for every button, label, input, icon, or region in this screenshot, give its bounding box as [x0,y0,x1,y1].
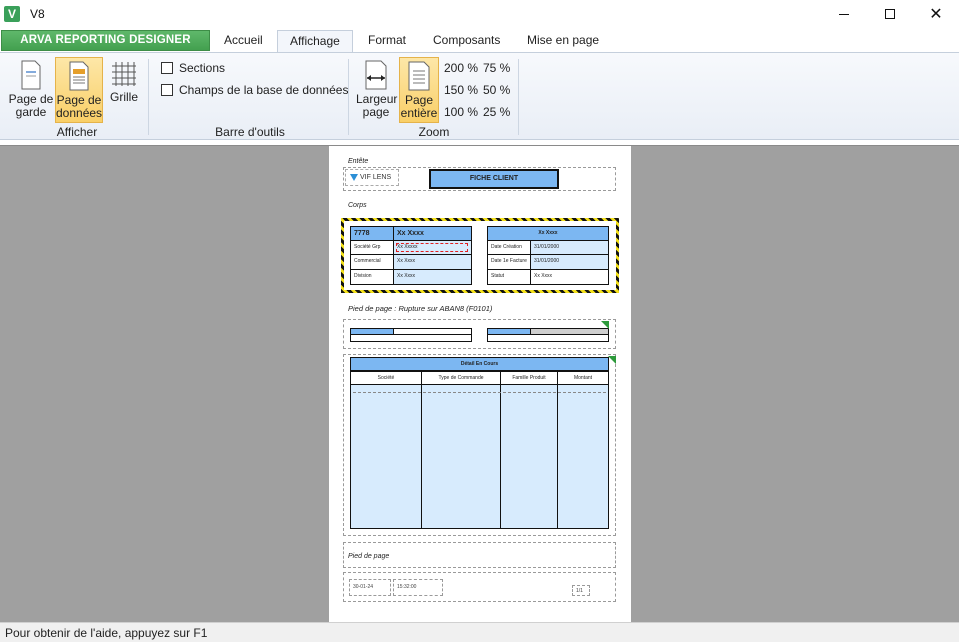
label-societe: Société Grp [351,241,394,255]
value-statut[interactable]: Xx Xxxx [531,270,608,284]
data-page-icon [69,61,89,91]
sections-checkbox[interactable]: Sections [161,61,225,75]
detail-title[interactable]: Détail En Cours [350,357,609,371]
zoom-150[interactable]: 150 % [444,83,478,97]
label-date-facture: Date 1e Facture [488,255,531,270]
col-famille-produit[interactable]: Famille Produit [501,372,558,385]
value-commercial[interactable]: Xx Xxxx [394,255,471,270]
value-date-creation[interactable]: 31/01/2000 [531,241,608,255]
checkbox-icon [161,84,173,96]
section-title-pied-rupture: Pied de page : Rupture sur ABAN8 (F0101) [348,304,493,313]
footer-time[interactable]: 15:32:00 [393,579,443,596]
zoom-25[interactable]: 25 % [483,105,510,119]
label-commercial: Commercial [351,255,394,270]
corner-marker-icon [608,356,616,364]
col-type-commande[interactable]: Type de Commande [422,372,501,385]
app-menu-tab[interactable]: ARVA REPORTING DESIGNER [1,30,210,51]
tab-accueil[interactable]: Accueil [212,30,275,52]
client-name[interactable]: Xx Xxxx [394,227,471,241]
minimize-icon [839,14,849,15]
footer-page-number[interactable]: 1/1 [572,585,590,596]
close-button[interactable]: ✕ [913,0,959,29]
grille-button[interactable]: Grille [106,57,142,123]
checkbox-icon [161,62,173,74]
group-label-barre-outils: Barre d'outils [215,125,285,139]
window-title: V8 [30,7,45,21]
label-division: Division [351,270,394,284]
label-statut: Statut [488,270,531,284]
status-bar: Pour obtenir de l'aide, appuyez sur F1 [0,622,959,642]
selected-field-outline [396,243,468,252]
group-label-afficher: Afficher [56,125,98,139]
value-societe[interactable]: Xx Xxxxx [394,241,471,255]
maximize-button[interactable] [867,0,913,29]
zoom-50[interactable]: 50 % [483,83,510,97]
fiche-client-title[interactable]: FICHE CLIENT [429,169,559,189]
minimize-button[interactable] [821,0,867,29]
col-montant[interactable]: Montant [558,372,608,385]
maximize-icon [885,9,895,19]
app-icon: V [4,6,20,22]
client-info-grid[interactable]: 7778 Xx Xxxx Société Grp Xx Xxxxx Commer… [350,226,472,285]
champs-bdd-checkbox[interactable]: Champs de la base de données [161,83,348,97]
tab-format[interactable]: Format [356,30,418,52]
close-icon: ✕ [929,6,943,23]
page-de-garde-button[interactable]: Page de garde [8,57,54,123]
right-block-title[interactable]: Xx Xxxx [488,227,608,241]
rupture-total-left[interactable] [350,328,472,342]
page-entiere-button[interactable]: Page entière [399,57,439,123]
report-page[interactable]: Entête VIF LENS FICHE CLIENT Corps 7778 … [329,146,631,622]
zoom-75[interactable]: 75 % [483,61,510,75]
client-code[interactable]: 7778 [351,227,394,241]
tab-composants[interactable]: Composants [421,30,512,52]
value-division[interactable]: Xx Xxxx [394,270,471,284]
grid-icon [112,62,136,86]
design-canvas[interactable]: Entête VIF LENS FICHE CLIENT Corps 7778 … [0,145,959,622]
zoom-100[interactable]: 100 % [444,105,478,119]
logo-icon [350,174,358,181]
ribbon-separator [148,59,149,135]
group-label-zoom: Zoom [418,125,450,139]
corner-marker-icon [601,321,609,329]
client-dates-grid[interactable]: Xx Xxxx Date Création 31/01/2000 Date 1e… [487,226,609,285]
section-title-entete: Entête [348,158,369,165]
value-date-facture[interactable]: 31/01/2000 [531,255,608,270]
tab-affichage[interactable]: Affichage [277,30,353,53]
page-width-icon [365,60,387,90]
title-bar: V V8 ✕ [0,0,959,29]
ribbon-tabs: ARVA REPORTING DESIGNER Accueil Affichag… [0,29,959,53]
pied-page-title-band [343,542,616,568]
logo-field[interactable]: VIF LENS [345,169,399,186]
detail-table[interactable]: Société Type de Commande Famille Produit… [350,371,609,529]
zoom-200[interactable]: 200 % [444,61,478,75]
col-societe[interactable]: Société [351,372,422,385]
ribbon: Page de garde Page de données Grille Aff… [0,52,959,140]
ribbon-separator [348,59,349,135]
section-title-corps: Corps [348,202,367,209]
tab-mise-en-page[interactable]: Mise en page [515,30,611,52]
page-icon [21,60,41,90]
full-page-icon [408,61,430,91]
rupture-total-right[interactable] [487,328,609,342]
footer-date[interactable]: 30-01-24 [349,579,391,596]
ribbon-separator [518,59,519,135]
page-de-donnees-button[interactable]: Page de données [55,57,103,123]
largeur-page-button[interactable]: Largeur page [356,57,397,123]
label-date-creation: Date Création [488,241,531,255]
